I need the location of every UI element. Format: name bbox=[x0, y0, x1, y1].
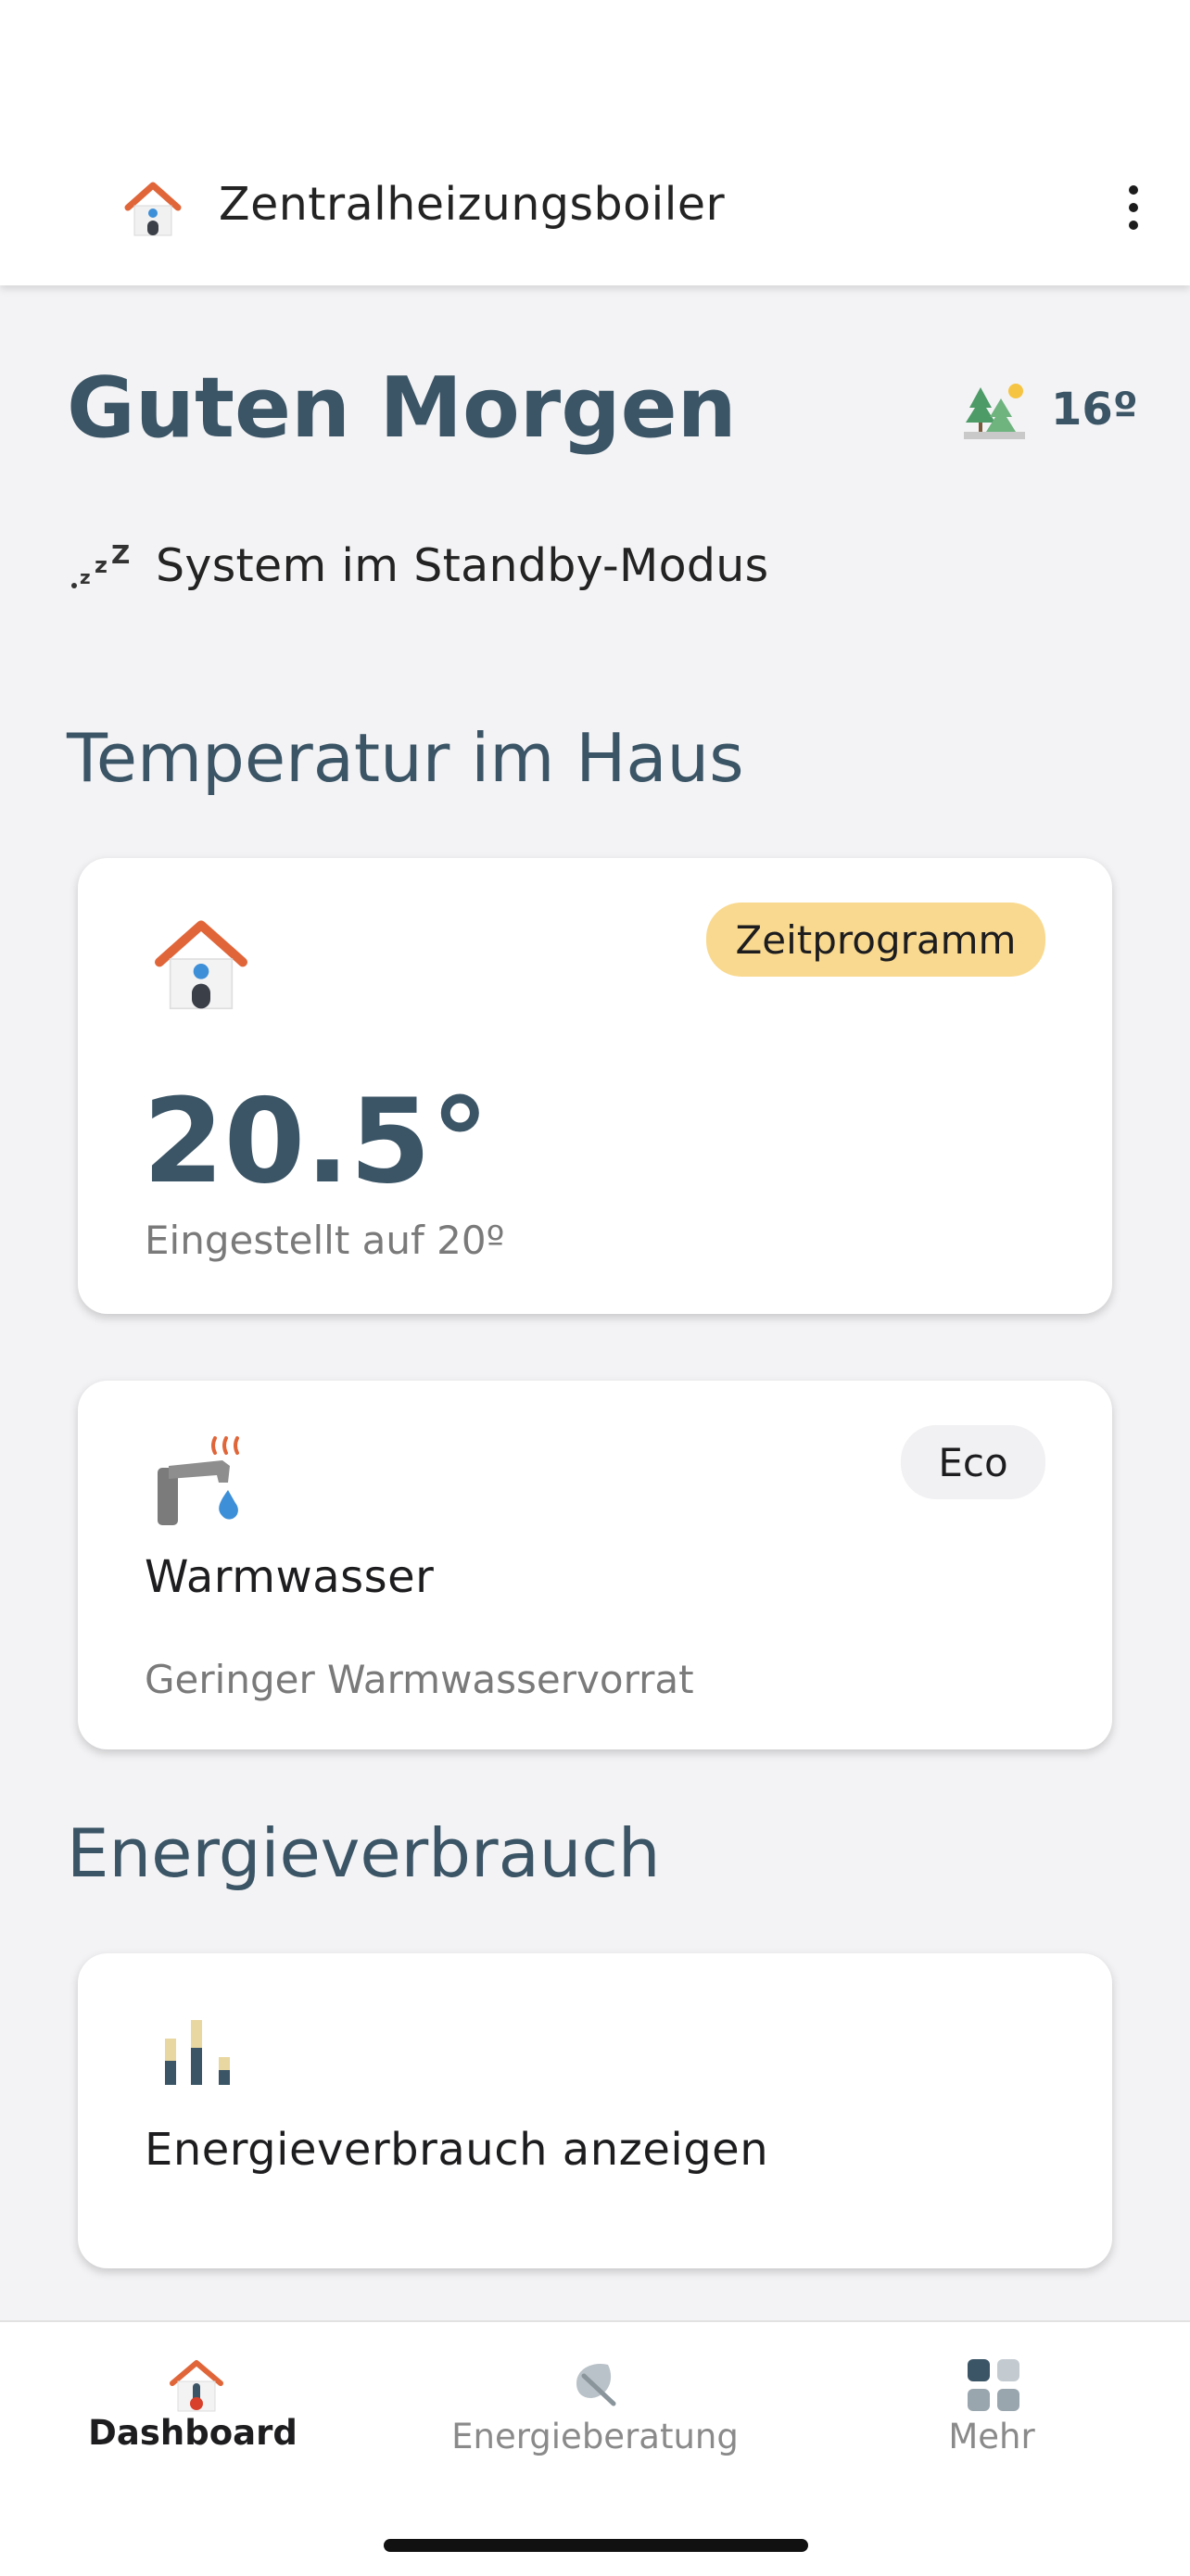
schedule-badge[interactable]: Zeitprogramm bbox=[706, 903, 1045, 977]
leaf-icon bbox=[576, 2363, 616, 2406]
nav-item-dashboard[interactable]: Dashboard bbox=[0, 2322, 397, 2507]
greeting-title: Guten Morgen bbox=[67, 360, 737, 457]
hot-water-title: Warmwasser bbox=[145, 1551, 435, 1603]
bar-chart-icon bbox=[165, 2020, 230, 2085]
room-temperature-card[interactable]: Zeitprogramm 20.5° Eingestellt auf 20º bbox=[78, 858, 1112, 1314]
hot-water-status: Geringer Warmwasservorrat bbox=[145, 1657, 694, 1702]
setpoint-text: Eingestellt auf 20º bbox=[145, 1218, 505, 1263]
nav-label-dashboard: Dashboard bbox=[88, 2413, 298, 2453]
section-title-energy: Energieverbrauch bbox=[67, 1814, 661, 1892]
home-indicator[interactable] bbox=[384, 2539, 808, 2552]
sleep-zzz-icon: z z Z bbox=[71, 545, 130, 588]
nav-label-energieberatung: Energieberatung bbox=[451, 2417, 739, 2456]
section-title-temperature: Temperatur im Haus bbox=[67, 719, 744, 797]
nav-item-energieberatung[interactable]: Energieberatung bbox=[397, 2322, 793, 2507]
hot-water-tap-icon bbox=[158, 1436, 239, 1525]
bottom-navigation: Dashboard Energieberatung Mehr bbox=[0, 2320, 1190, 2576]
grid-icon bbox=[968, 2359, 1019, 2411]
hot-water-card[interactable]: Eco Warmwasser Geringer Warmwasservorrat bbox=[78, 1381, 1112, 1749]
weather-forest-sun-icon bbox=[964, 384, 1025, 439]
house-thermometer-icon bbox=[170, 2360, 223, 2412]
outdoor-temperature: 16º bbox=[1051, 384, 1138, 436]
energy-usage-link[interactable]: Energieverbrauch anzeigen bbox=[145, 2124, 768, 2176]
nav-label-mehr: Mehr bbox=[948, 2417, 1035, 2456]
nav-item-mehr[interactable]: Mehr bbox=[793, 2322, 1190, 2507]
more-vertical-icon[interactable] bbox=[1116, 185, 1151, 232]
svg-text:z: z bbox=[80, 566, 91, 588]
app-bar: Zentralheizungsboiler bbox=[0, 0, 1190, 285]
house-icon bbox=[155, 920, 247, 1010]
house-icon bbox=[124, 182, 182, 236]
eco-badge[interactable]: Eco bbox=[901, 1425, 1045, 1499]
svg-text:z: z bbox=[95, 552, 108, 578]
svg-text:Z: Z bbox=[111, 545, 130, 570]
system-status: System im Standby-Modus bbox=[156, 539, 769, 592]
app-title: Zentralheizungsboiler bbox=[219, 178, 726, 231]
energy-usage-card[interactable]: Energieverbrauch anzeigen bbox=[78, 1953, 1112, 2268]
current-temperature: 20.5° bbox=[143, 1073, 489, 1209]
